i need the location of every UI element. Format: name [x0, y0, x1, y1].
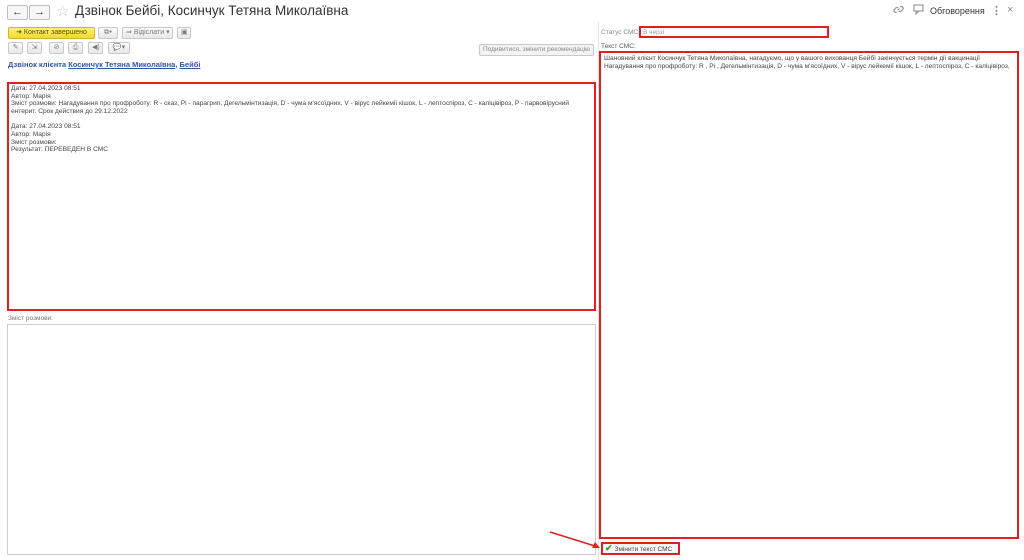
- paperclip-icon: ⊘: [53, 44, 60, 51]
- attach-button[interactable]: ⊘: [49, 42, 64, 54]
- copy-icon: ⧉▾: [104, 29, 112, 36]
- client-line: Дзвінок клієнта Косинчук Тетяна Миколаїв…: [8, 60, 201, 69]
- page-title: Дзвінок Бейбі, Косинчук Тетяна Миколаївн…: [75, 3, 349, 18]
- call-history: Дата: 27.04.2023 08:51 Автор: Марія Зміс…: [7, 82, 596, 311]
- forward-button[interactable]: →: [29, 5, 50, 20]
- star-icon[interactable]: ☆: [56, 2, 69, 20]
- arrow-right-icon: →: [34, 6, 45, 18]
- history-result: Результат: ПЕРЕВЕДЕН В СМС: [11, 146, 109, 154]
- more-vertical-icon[interactable]: ⋮: [991, 4, 1002, 17]
- history-date: Дата: 27.04.2023 08:51: [11, 123, 81, 131]
- send-button[interactable]: ⇒ Відіслати ▾: [122, 27, 173, 39]
- conversation-label: Зміст розмови:: [8, 315, 53, 322]
- pencil-icon: ✎: [12, 44, 19, 51]
- sms-status-label: Статус СМС:: [601, 29, 640, 36]
- checkmark-icon: ✔: [605, 543, 613, 553]
- arrow-left-icon: ←: [12, 6, 23, 18]
- link-icon[interactable]: [893, 4, 904, 18]
- client-name-link[interactable]: Косинчук Тетяна Миколаївна: [68, 60, 175, 69]
- speaker-icon: ◀): [92, 44, 100, 51]
- contact-completed-button[interactable]: ➔ Контакт завершено: [8, 27, 95, 39]
- history-date: Дата: 27.04.2023 08:51: [11, 85, 81, 92]
- chat-icon[interactable]: [913, 4, 926, 18]
- pet-name-link[interactable]: Бейбі: [180, 60, 201, 69]
- import-icon: ⇲: [31, 44, 38, 51]
- conversation-textarea[interactable]: [7, 324, 596, 555]
- comment-button[interactable]: 💬▾: [108, 42, 130, 54]
- discussions-link[interactable]: Обговорення: [930, 6, 985, 16]
- lock-button[interactable]: ▣: [177, 27, 191, 39]
- lock-icon: ▣: [181, 29, 188, 36]
- printer-icon: ⎙: [72, 44, 79, 51]
- history-content: Зміст розмови:: [11, 138, 57, 146]
- print-button[interactable]: ⎙: [68, 42, 83, 54]
- sms-text-label: Текст СМС:: [601, 43, 636, 50]
- close-icon[interactable]: ×: [1007, 4, 1013, 16]
- sound-button[interactable]: ◀): [88, 42, 103, 54]
- arrow-right-icon: ➔: [16, 29, 24, 36]
- speech-bubble-icon: 💬▾: [112, 44, 126, 51]
- annotation-arrow: [549, 531, 600, 548]
- chevron-down-icon: ▾: [164, 29, 170, 36]
- sms-status-field: В черзі: [639, 26, 829, 38]
- edit-button[interactable]: ✎: [8, 42, 23, 54]
- history-content: Зміст розмови: Нагадування про профробот…: [11, 100, 570, 115]
- send-icon: ⇒: [126, 29, 134, 36]
- recommendation-button[interactable]: Подивитися, змінити рекомендацію: [479, 44, 594, 56]
- back-button[interactable]: ←: [7, 5, 28, 20]
- history-author: Автор: Марія: [11, 130, 51, 138]
- copy-button[interactable]: ⧉▾: [98, 27, 118, 39]
- sms-text-field[interactable]: Шановний клієнт Косинчук Тетяна Миколаїв…: [599, 51, 1019, 539]
- import-button[interactable]: ⇲: [27, 42, 42, 54]
- change-sms-text-button[interactable]: ✔ Змінити текст СМС: [601, 542, 680, 555]
